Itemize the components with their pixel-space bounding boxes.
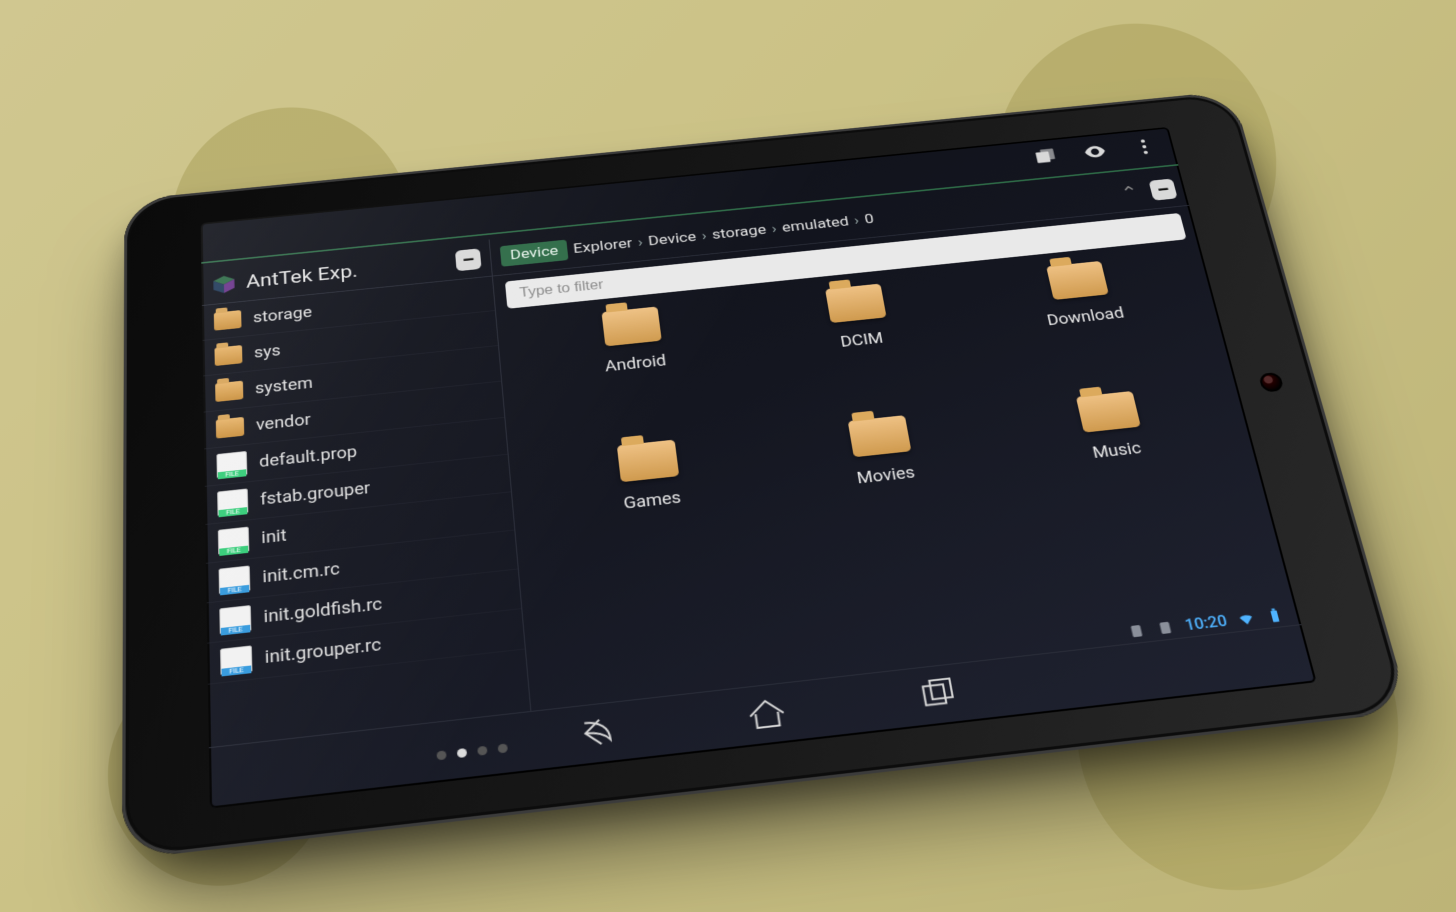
list-item[interactable]: init.cm.rc — [206, 530, 518, 603]
pager-dot[interactable] — [498, 743, 508, 753]
front-camera — [1258, 372, 1284, 393]
clock: 10:20 — [1183, 612, 1229, 634]
pager-dot[interactable] — [436, 750, 446, 760]
tablet-screen: AntTek Exp. – storagesyssystemvendordefa… — [201, 127, 1317, 809]
grid-folder-label: Movies — [856, 463, 917, 488]
left-pane: AntTek Exp. – storagesyssystemvendordefa… — [201, 239, 531, 748]
status-tray: 10:20 — [1126, 605, 1287, 640]
list-item-label: system — [255, 374, 313, 398]
breadcrumb-separator: › — [770, 221, 777, 237]
file-icon — [219, 565, 251, 594]
grid-folder-label: Games — [623, 488, 682, 513]
folder-icon — [1075, 391, 1140, 433]
left-pane-collapse-button[interactable]: – — [455, 248, 482, 271]
list-item-label: storage — [253, 303, 312, 326]
right-pane-collapse-button[interactable]: – — [1149, 179, 1178, 201]
folder-icon — [1046, 261, 1109, 300]
recents-button[interactable] — [911, 670, 963, 721]
file-icon — [219, 605, 251, 635]
pager-dot[interactable] — [457, 748, 467, 758]
breadcrumb-root[interactable]: Device — [500, 240, 569, 267]
breadcrumb-separator: › — [853, 213, 861, 229]
grid-folder-label: Android — [604, 352, 667, 376]
breadcrumb-segment[interactable]: emulated — [781, 214, 850, 236]
right-pane: DeviceExplorer›Device›storage›emulated›0… — [490, 170, 1302, 712]
up-directory-button[interactable]: ⌃ — [1115, 182, 1144, 203]
grid-folder[interactable]: Games — [539, 431, 771, 587]
left-file-list: storage sys system vendor default.prop fstab.… — [202, 277, 530, 749]
breadcrumb-segment[interactable]: Explorer — [573, 235, 634, 257]
list-item-label: fstab.grouper — [260, 479, 371, 509]
folder-grid: Android DCIM Download Games Movies Music — [496, 243, 1301, 712]
folder-icon — [616, 440, 678, 483]
list-item[interactable]: init.goldfish.rc — [207, 569, 522, 643]
breadcrumb-segment[interactable]: 0 — [863, 211, 875, 227]
grid-folder[interactable]: Music — [1000, 383, 1241, 536]
list-item-label: vendor — [256, 410, 311, 434]
folder-icon — [847, 415, 911, 457]
file-icon — [218, 527, 249, 556]
grid-folder-label: Download — [1045, 304, 1125, 329]
grid-folder-label: DCIM — [839, 329, 885, 351]
folder-icon — [216, 417, 244, 439]
folder-icon — [214, 310, 242, 331]
breadcrumb-separator: › — [701, 228, 708, 244]
list-item[interactable]: init.grouper.rc — [207, 609, 525, 685]
folder-icon — [215, 381, 243, 402]
folder-icon — [214, 345, 242, 366]
list-item[interactable]: fstab.grouper — [205, 455, 511, 525]
list-item-label: sys — [254, 342, 281, 362]
pager-dots — [436, 743, 508, 760]
multiwindow-icon[interactable] — [1031, 146, 1060, 172]
file-icon — [220, 645, 252, 675]
file-icon — [217, 488, 248, 516]
app-logo-icon — [211, 273, 237, 296]
back-button[interactable] — [570, 709, 620, 760]
list-item-label: init.goldfish.rc — [263, 594, 382, 627]
pager-dot[interactable] — [477, 746, 487, 756]
grid-folder[interactable]: Android — [526, 299, 750, 445]
breadcrumb-segment[interactable]: storage — [711, 222, 767, 243]
grid-folder[interactable]: Download — [972, 253, 1204, 396]
notification-icon — [1126, 621, 1148, 640]
breadcrumb-segment[interactable]: Device — [647, 229, 697, 249]
wifi-icon — [1235, 609, 1258, 628]
list-item-label: init.cm.rc — [262, 559, 340, 587]
file-icon — [216, 451, 247, 479]
battery-icon — [1263, 606, 1286, 625]
list-item[interactable]: init — [205, 492, 514, 564]
grid-folder[interactable]: DCIM — [751, 276, 979, 421]
list-item-label: init — [261, 526, 287, 548]
overflow-icon[interactable] — [1130, 136, 1160, 161]
visibility-icon[interactable] — [1081, 141, 1111, 166]
list-item-label: init.grouper.rc — [264, 635, 381, 668]
list-item-label: default.prop — [259, 442, 358, 471]
grid-folder[interactable]: Movies — [771, 407, 1007, 562]
home-button[interactable] — [742, 690, 793, 741]
grid-folder-label: Music — [1091, 439, 1143, 462]
folder-icon — [601, 307, 661, 347]
action-bar — [1031, 136, 1159, 171]
breadcrumb-separator: › — [637, 234, 644, 250]
folder-icon — [825, 284, 887, 323]
notification-icon — [1154, 618, 1176, 637]
